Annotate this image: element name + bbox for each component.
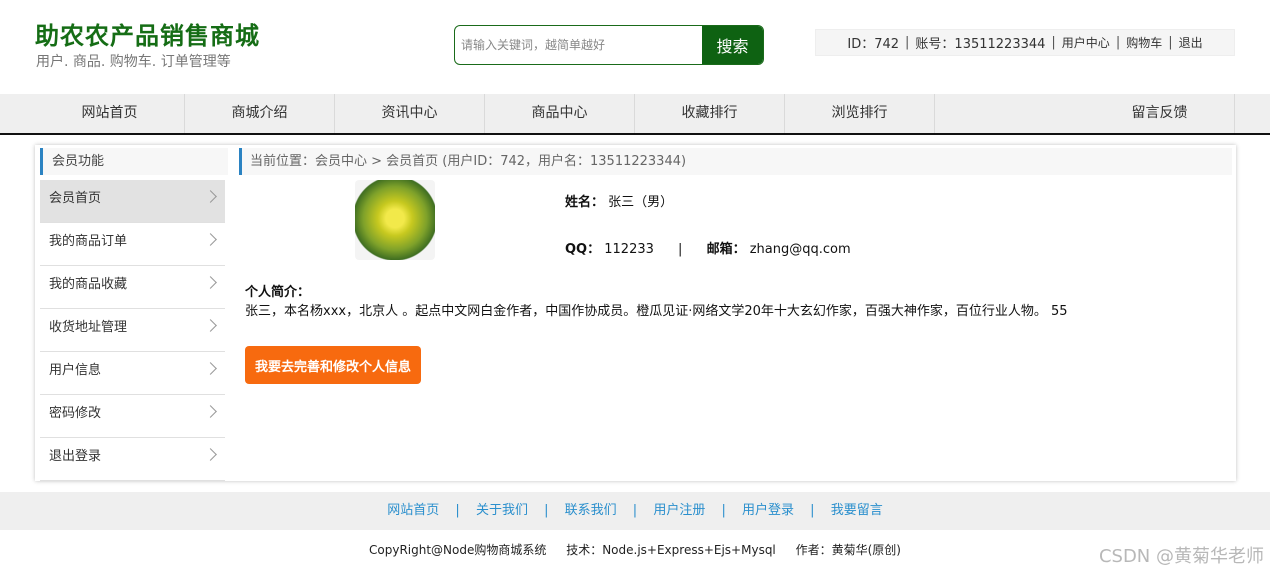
separator: | [1168,35,1173,50]
nav-item-news[interactable]: 资讯中心 [335,94,485,133]
name-value: 张三（男） [608,195,674,210]
cart-link[interactable]: 购物车 [1126,34,1162,51]
sidebar-item-user-info[interactable]: 用户信息 [40,352,225,395]
breadcrumb: 当前位置：会员中心 > 会员首页 (用户ID：742，用户名：135112233… [239,148,1232,175]
footer-links: 网站首页 | 关于我们 | 联系我们 | 用户注册 | 用户登录 | 我要留言 [0,492,1270,530]
sidebar-item-label: 我的商品订单 [49,234,128,249]
search-button[interactable]: 搜索 [702,26,763,64]
separator: | [455,503,460,518]
name-label: 姓名： [565,195,605,210]
sidebar-item-addresses[interactable]: 收货地址管理 [40,309,225,352]
copyright-bar: CopyRight@Node购物商城系统 技术：Node.js+Express+… [0,541,1270,558]
footer-link-contact[interactable]: 联系我们 [565,503,617,518]
separator: | [544,503,549,518]
avatar [355,180,435,260]
sidebar-item-label: 密码修改 [49,406,102,421]
user-id: ID：742 [847,37,900,52]
footer-link-about[interactable]: 关于我们 [476,503,528,518]
chevron-right-icon [204,233,217,246]
separator: | [678,242,683,257]
sidebar-item-label: 用户信息 [49,363,102,378]
nav-item-feedback[interactable]: 留言反馈 [1085,94,1235,133]
footer-link-register[interactable]: 用户注册 [653,503,705,518]
watermark: CSDN @黄菊华老师 [1098,546,1264,567]
site-subtitle: 用户. 商品. 购物车. 订单管理等 [36,54,231,70]
chevron-right-icon [204,362,217,375]
sidebar-item-label: 会员首页 [49,191,102,206]
profile-contact-row: QQ： 112233 | 邮箱： zhang@qq.com [565,238,851,257]
member-panel: 会员功能 会员首页 我的商品订单 我的商品收藏 收货地址管理 用户信息 密码修改… [35,145,1236,481]
footer-link-home[interactable]: 网站首页 [387,503,439,518]
sidebar-item-orders[interactable]: 我的商品订单 [40,223,225,266]
qq-value: 112233 [604,242,654,257]
account-number: 账号：13511223344 [915,37,1046,52]
chevron-right-icon [204,190,217,203]
qq-label: QQ： [565,242,601,257]
email-value: zhang@qq.com [749,242,851,257]
chevron-right-icon [204,448,217,461]
separator: | [905,35,910,50]
search-box: 搜索 [454,25,764,65]
sidebar-menu: 会员首页 我的商品订单 我的商品收藏 收货地址管理 用户信息 密码修改 退出登录 [40,180,225,481]
footer-link-message[interactable]: 我要留言 [831,503,883,518]
separator: | [1115,35,1121,50]
main-nav: 网站首页 商城介绍 资讯中心 商品中心 收藏排行 浏览排行 留言反馈 [0,94,1270,135]
separator: | [632,503,638,518]
sidebar-title: 会员功能 [40,148,228,175]
chevron-right-icon [204,405,217,418]
edit-profile-button[interactable]: 我要去完善和修改个人信息 [245,346,421,384]
sidebar-item-favorites[interactable]: 我的商品收藏 [40,266,225,309]
sidebar-item-logout[interactable]: 退出登录 [40,438,225,481]
user-center-link[interactable]: 用户中心 [1062,34,1110,51]
user-bar: ID：742 | 账号：13511223344 | 用户中心 | 购物车 | 退… [815,29,1235,56]
separator: | [1051,35,1056,50]
bio-text: 张三，本名杨xxx，北京人 。起点中文网白金作者，中国作协成员。橙瓜见证·网络文… [245,304,1068,319]
site-title: 助农农产品销售商城 [35,22,260,50]
separator: | [721,503,726,518]
separator: | [810,503,815,518]
chevron-right-icon [204,319,217,332]
nav-item-products[interactable]: 商品中心 [485,94,635,133]
sidebar-item-member-home[interactable]: 会员首页 [40,180,225,223]
search-input[interactable] [455,26,702,64]
nav-item-favorites-rank[interactable]: 收藏排行 [635,94,785,133]
bio-title: 个人简介： [245,285,311,300]
logout-link[interactable]: 退出 [1179,34,1203,51]
nav-item-home[interactable]: 网站首页 [35,94,185,133]
nav-item-about[interactable]: 商城介绍 [185,94,335,133]
author-text: 作者：黄菊华(原创) [795,543,901,557]
nav-item-views-rank[interactable]: 浏览排行 [785,94,935,133]
email-label: 邮箱： [706,242,746,257]
profile-name-row: 姓名： 张三（男） [565,191,673,210]
footer-link-login[interactable]: 用户登录 [742,503,794,518]
sidebar-item-label: 我的商品收藏 [49,277,128,292]
copyright-text: CopyRight@Node购物商城系统 [369,543,547,557]
sidebar-item-label: 退出登录 [49,449,102,464]
sidebar-item-password[interactable]: 密码修改 [40,395,225,438]
chevron-right-icon [204,276,217,289]
sidebar-item-label: 收货地址管理 [49,320,128,335]
tech-text: 技术：Node.js+Express+Ejs+Mysql [566,543,776,557]
